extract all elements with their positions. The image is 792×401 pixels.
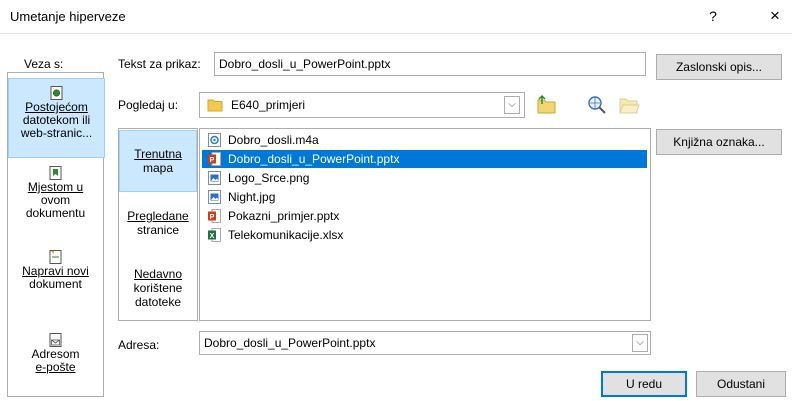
nav-label-line2: e-pošte — [35, 360, 76, 374]
title-bar: Umetanje hiperveze ? × — [0, 0, 792, 34]
excel-file-icon: X — [208, 228, 221, 242]
bookmark-button[interactable]: Knjižna oznaka... — [656, 129, 782, 155]
image-file-icon — [208, 171, 221, 185]
up-folder-icon — [537, 94, 556, 114]
file-name: Telekomunikacije.xlsx — [228, 228, 344, 242]
file-name: Dobro_dosli_u_PowerPoint.pptx — [228, 152, 400, 166]
close-button[interactable]: × — [760, 6, 790, 28]
nav-label-line1: Postojećom — [25, 100, 88, 114]
file-name: Logo_Srce.png — [228, 171, 310, 185]
sub-nav-label-line1: Trenutna — [134, 147, 182, 161]
cancel-button[interactable]: Odustani — [696, 371, 786, 397]
link-email-address-item[interactable]: Adresom e-pošte — [8, 333, 103, 381]
address-label: Adresa: — [118, 338, 160, 352]
link-to-label: Veza s: — [24, 57, 64, 71]
chevron-down-icon: ⌵ — [504, 96, 520, 114]
browsed-pages-item[interactable]: Pregledane stranice — [119, 209, 197, 243]
nav-label-line2: dokument — [29, 277, 82, 291]
browse-web-icon — [588, 96, 606, 114]
email-address-icon — [49, 333, 62, 347]
sub-nav-label-line2: mapa — [142, 161, 174, 175]
place-in-document-icon — [49, 166, 62, 180]
powerpoint-file-icon: P — [208, 152, 221, 166]
dialog-title: Umetanje hiperveze — [10, 9, 126, 24]
text-to-display-label: Tekst za prikaz: — [118, 57, 201, 71]
browse-web-button[interactable] — [586, 94, 608, 116]
text-to-display-input[interactable]: Dobro_dosli_u_PowerPoint.pptx — [214, 52, 646, 76]
current-folder-item[interactable]: Trenutna mapa — [119, 130, 197, 192]
ok-button[interactable]: U redu — [601, 371, 687, 397]
svg-text:P: P — [210, 214, 215, 221]
svg-text:X: X — [210, 233, 215, 240]
file-list-item[interactable]: Dobro_dosli.m4a — [202, 131, 647, 149]
up-folder-button[interactable] — [536, 94, 558, 116]
file-name: Night.jpg — [228, 190, 276, 204]
file-name: Pokazni_primjer.pptx — [228, 209, 340, 223]
file-list-item[interactable]: Night.jpg — [202, 188, 647, 206]
look-in-value: E640_primjeri — [231, 98, 306, 112]
sub-nav-label-line1: Nedavno — [133, 267, 183, 281]
recent-files-item[interactable]: Nedavno korištene datoteke — [119, 267, 197, 317]
link-place-in-document-item[interactable]: Mjestom u ovom dokumentu — [8, 166, 103, 228]
look-in-dropdown[interactable]: E640_primjeri ⌵ — [199, 92, 525, 118]
help-button[interactable]: ? — [700, 8, 726, 28]
file-list[interactable]: Dobro_dosli.m4a P Dobro_dosli_u_PowerPoi… — [199, 128, 651, 321]
nav-label-line3: web-stranic... — [20, 126, 93, 140]
file-list-item[interactable]: X Telekomunikacije.xlsx — [202, 226, 647, 244]
nav-label-line3: dokumentu — [25, 206, 86, 220]
screentip-button[interactable]: Zaslonski opis... — [656, 54, 782, 80]
browse-file-button[interactable] — [618, 94, 640, 116]
sub-nav-label-line3: datoteke — [134, 295, 182, 309]
sub-nav-label-line2: stranice — [136, 223, 180, 237]
powerpoint-file-icon: P — [208, 209, 221, 223]
link-existing-file-item[interactable]: Postojećom datotekom ili web-stranic... — [8, 78, 105, 158]
folder-icon — [207, 99, 223, 112]
image-file-icon — [208, 190, 221, 204]
sub-nav-label-line2: korištene — [133, 281, 183, 295]
file-list-item[interactable]: Logo_Srce.png — [202, 169, 647, 187]
svg-text:P: P — [210, 157, 215, 164]
new-document-icon — [49, 250, 62, 264]
nav-label-line1: Napravi novi — [22, 264, 89, 278]
audio-file-icon — [208, 133, 221, 147]
look-in-label: Pogledaj u: — [118, 98, 179, 112]
link-to-panel: Postojećom datotekom ili web-stranic... … — [7, 72, 105, 397]
look-in-shortcuts-panel: Trenutna mapa Pregledane stranice Nedavn… — [118, 128, 198, 321]
sub-nav-label-line1: Pregledane — [127, 209, 189, 223]
nav-label-line1: Mjestom u — [27, 180, 84, 194]
existing-file-icon — [50, 86, 63, 100]
file-list-item[interactable]: P Pokazni_primjer.pptx — [202, 207, 647, 225]
browse-file-icon — [619, 98, 640, 114]
address-input[interactable]: Dobro_dosli_u_PowerPoint.pptx ⌵ — [199, 331, 651, 355]
link-new-document-item[interactable]: Napravi novi dokument — [8, 250, 103, 300]
file-list-item-selected[interactable]: P Dobro_dosli_u_PowerPoint.pptx — [202, 150, 647, 168]
chevron-down-icon[interactable]: ⌵ — [632, 334, 648, 352]
address-value: Dobro_dosli_u_PowerPoint.pptx — [204, 336, 376, 350]
file-name: Dobro_dosli.m4a — [228, 133, 319, 147]
